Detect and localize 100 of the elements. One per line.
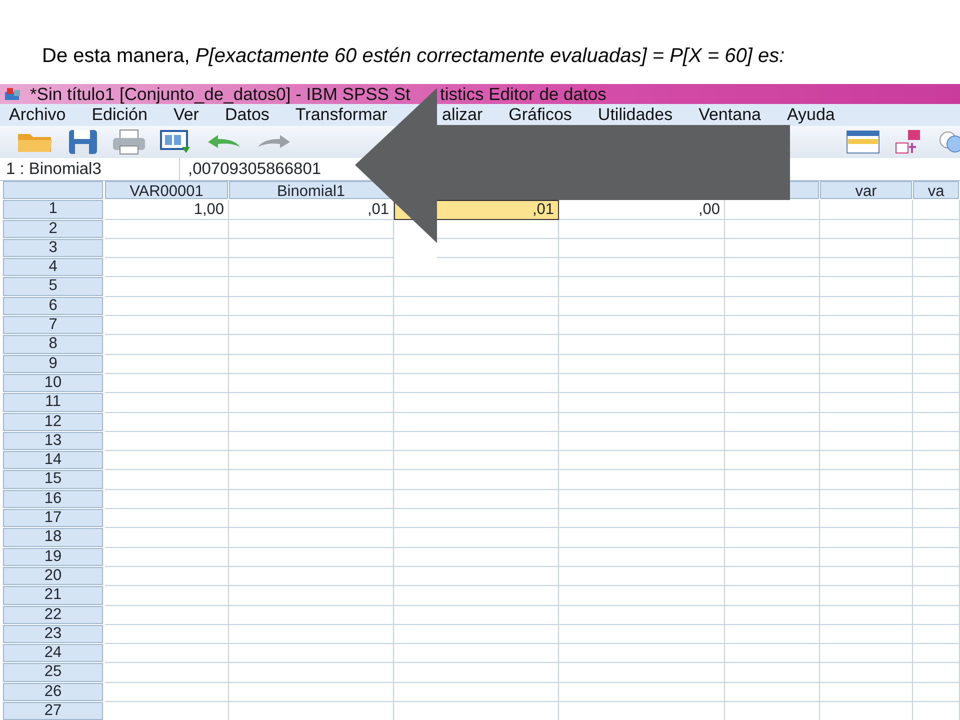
table-cell[interactable] <box>229 451 394 470</box>
table-cell[interactable]: 1,00 <box>105 200 229 220</box>
table-cell[interactable] <box>820 490 913 510</box>
save-icon[interactable] <box>68 129 98 155</box>
table-cell[interactable] <box>437 238 559 258</box>
row-number[interactable]: 12 <box>3 412 103 431</box>
table-cell[interactable] <box>725 490 820 510</box>
table-cell[interactable] <box>229 528 394 548</box>
menu-item[interactable]: alizar <box>442 102 483 128</box>
table-cell[interactable] <box>229 335 394 355</box>
table-cell[interactable] <box>394 586 559 606</box>
table-cell[interactable] <box>913 682 960 702</box>
printer-icon[interactable] <box>112 129 146 155</box>
table-cell[interactable] <box>105 528 229 548</box>
table-cell[interactable] <box>394 393 559 413</box>
table-cell[interactable] <box>820 258 913 278</box>
table-cell[interactable] <box>725 624 820 644</box>
table-cell[interactable] <box>394 316 559 336</box>
table-cell[interactable] <box>229 624 394 644</box>
table-cell[interactable] <box>820 432 913 452</box>
table-cell[interactable] <box>105 470 229 490</box>
table-cell[interactable] <box>559 432 725 452</box>
table-cell[interactable] <box>394 682 559 702</box>
row-number[interactable]: 13 <box>3 432 103 450</box>
table-cell[interactable] <box>820 528 913 548</box>
table-cell[interactable] <box>913 316 960 336</box>
row-number[interactable]: 26 <box>3 682 103 702</box>
column-header[interactable] <box>789 181 819 200</box>
table-cell[interactable] <box>394 432 559 452</box>
table-cell[interactable] <box>913 490 960 510</box>
table-cell[interactable] <box>913 624 960 644</box>
table-cell[interactable] <box>913 606 960 625</box>
row-number[interactable]: 1 <box>3 200 103 219</box>
row-number[interactable]: 2 <box>3 220 103 238</box>
row-number[interactable]: 20 <box>3 566 103 586</box>
table-cell[interactable] <box>229 606 394 625</box>
circles-icon[interactable] <box>938 130 960 154</box>
table-cell[interactable] <box>725 393 820 413</box>
table-cell[interactable] <box>394 374 559 394</box>
table-cell[interactable] <box>394 624 559 644</box>
table-cell[interactable] <box>559 548 725 567</box>
table-cell[interactable] <box>394 528 559 548</box>
table-cell[interactable] <box>913 220 960 239</box>
table-cell[interactable] <box>913 335 960 355</box>
table-cell[interactable] <box>725 335 820 355</box>
table-cell[interactable] <box>559 374 725 394</box>
table-cell[interactable] <box>229 296 394 316</box>
table-cell[interactable] <box>559 335 725 355</box>
row-number[interactable]: 23 <box>3 624 103 644</box>
table-cell[interactable] <box>820 644 913 664</box>
table-cell[interactable] <box>559 258 725 278</box>
table-cell[interactable] <box>725 470 820 490</box>
table-cell[interactable] <box>394 663 559 683</box>
table-cell[interactable] <box>725 548 820 567</box>
table-cell[interactable] <box>105 238 229 258</box>
table-cell[interactable] <box>913 258 960 278</box>
table-cell[interactable] <box>229 374 394 394</box>
table-cell[interactable] <box>105 374 229 394</box>
table-cell[interactable] <box>394 296 559 316</box>
table-cell[interactable] <box>725 258 820 278</box>
table-cell[interactable] <box>559 451 725 470</box>
table-cell[interactable] <box>229 220 394 239</box>
table-cell[interactable] <box>559 354 725 374</box>
table-cell[interactable] <box>913 586 960 606</box>
table-cell[interactable] <box>820 682 913 702</box>
table-cell[interactable] <box>559 528 725 548</box>
table-cell[interactable] <box>559 490 725 510</box>
menu-item[interactable]: Gráficos <box>508 102 572 128</box>
table-cell[interactable] <box>820 566 913 586</box>
table-cell[interactable] <box>105 509 229 528</box>
table-cell[interactable] <box>105 412 229 432</box>
table-cell[interactable] <box>105 548 229 567</box>
table-cell[interactable] <box>559 412 725 432</box>
table-cell[interactable] <box>725 316 820 336</box>
table-cell[interactable] <box>820 238 913 258</box>
row-number[interactable]: 4 <box>3 258 103 276</box>
table-cell[interactable] <box>820 335 913 355</box>
table-cell[interactable] <box>229 586 394 606</box>
table-cell[interactable] <box>913 374 960 394</box>
table-cell[interactable] <box>913 451 960 470</box>
table-cell[interactable] <box>913 528 960 548</box>
table-cell[interactable] <box>820 412 913 432</box>
table-cell[interactable] <box>105 393 229 413</box>
table-cell[interactable] <box>559 238 725 258</box>
table-cell[interactable] <box>229 663 394 683</box>
table-cell[interactable] <box>725 412 820 432</box>
table-cell[interactable] <box>725 566 820 586</box>
table-cell[interactable] <box>394 451 559 470</box>
row-number[interactable]: 22 <box>3 606 103 624</box>
table-cell[interactable] <box>559 277 725 297</box>
table-cell[interactable] <box>105 354 229 374</box>
table-cell[interactable] <box>725 374 820 394</box>
table-cell[interactable] <box>105 663 229 683</box>
table-cell[interactable] <box>820 296 913 316</box>
menu-item[interactable]: Ventana <box>698 102 761 128</box>
table-cell[interactable] <box>725 528 820 548</box>
table-cell[interactable] <box>229 490 394 510</box>
table-cell[interactable] <box>394 509 559 528</box>
table-cell[interactable] <box>725 682 820 702</box>
table-cell[interactable] <box>105 220 229 239</box>
